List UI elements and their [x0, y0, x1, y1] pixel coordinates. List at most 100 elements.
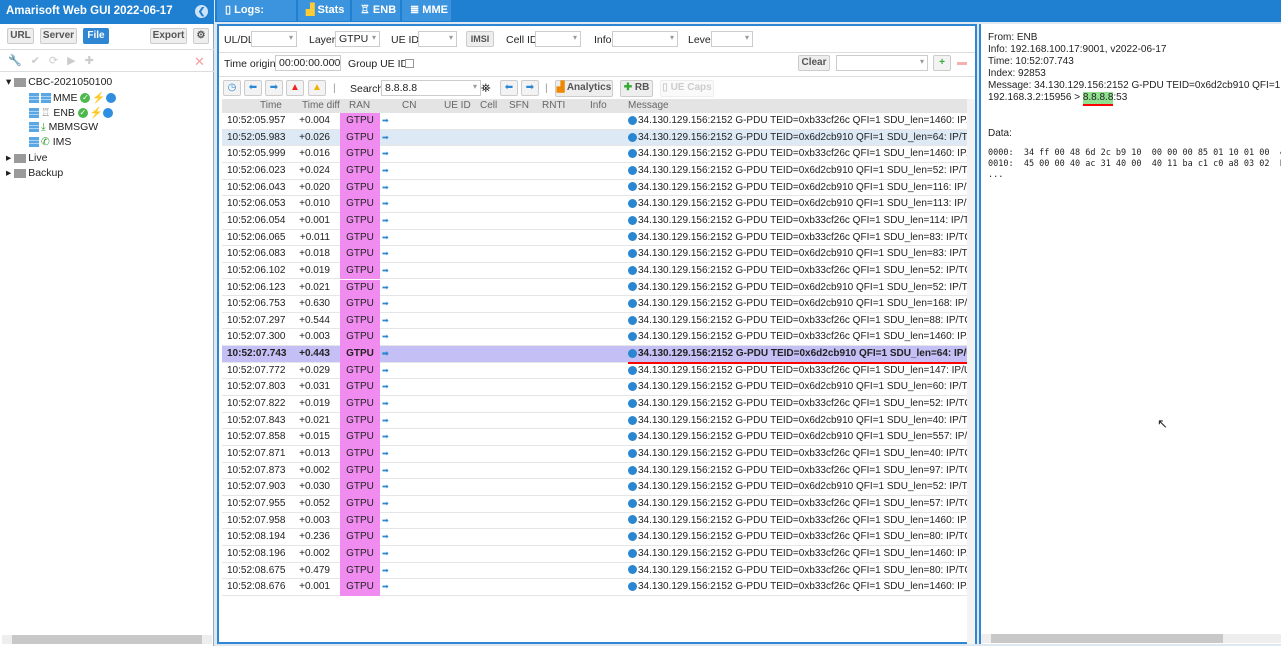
info-icon: [628, 565, 637, 575]
header-info[interactable]: Info: [590, 100, 607, 111]
table-row[interactable]: 10:52:06.753 +0.630 GTPU ➡ 34.130.129.156:21…: [222, 296, 970, 313]
header-ueid[interactable]: UE ID: [444, 100, 471, 111]
tab-label: MME: [422, 4, 448, 16]
filter-preset-select[interactable]: [836, 55, 928, 71]
horizontal-scrollbar[interactable]: [2, 635, 212, 644]
tree-root[interactable]: ▾ CBC-2021050100: [6, 76, 112, 88]
cell-message: 34.130.129.156:2152 G-PDU TEID=0xb33cf26…: [628, 363, 970, 379]
tab-mme[interactable]: ≣ MME: [402, 0, 452, 21]
separator: |: [545, 82, 548, 94]
table-row[interactable]: 10:52:05.999 +0.016 GTPU ➡ 34.130.129.156:21…: [222, 146, 970, 163]
direction-arrow-icon: ➡: [382, 132, 389, 142]
cell-message: 34.130.129.156:2152 G-PDU TEID=0x6d2cb91…: [628, 246, 970, 262]
tree-item-mme[interactable]: MME ✓ ⚡: [29, 91, 118, 104]
table-row[interactable]: 10:52:07.903 +0.030 GTPU ➡ 34.130.129.156:21…: [222, 479, 970, 496]
table-row[interactable]: 10:52:08.675 +0.479 GTPU ➡ 34.130.129.156:21…: [222, 562, 970, 580]
arrow-left-icon[interactable]: ⬅: [244, 80, 262, 96]
server-button[interactable]: Server: [40, 28, 77, 44]
layer-select[interactable]: GTPU: [335, 31, 380, 47]
ueid-select[interactable]: [418, 31, 457, 47]
table-row[interactable]: 10:52:08.196 +0.002 GTPU ➡ 34.130.129.156:21…: [222, 545, 970, 563]
tree-item-enb[interactable]: ♖ ENB ✓ ⚡: [29, 106, 115, 119]
header-time[interactable]: Time: [260, 100, 282, 111]
table-row[interactable]: 10:52:07.803 +0.031 GTPU ➡ 34.130.129.156:21…: [222, 379, 970, 397]
group-ueid-checkbox[interactable]: [405, 59, 414, 68]
table-row[interactable]: 10:52:07.772 +0.029 GTPU ➡ 34.130.129.156:21…: [222, 362, 970, 380]
message-text: 34.130.129.156:2152 G-PDU TEID=0x6d2cb91…: [638, 298, 970, 310]
play-icon[interactable]: [105, 93, 116, 104]
table-row[interactable]: 10:52:07.958 +0.003 GTPU ➡ 34.130.129.156:21…: [222, 512, 970, 530]
time-origin-input[interactable]: 00:00:00.000: [275, 55, 341, 71]
direction-arrow-icon: ➡: [382, 498, 389, 508]
uldl-select[interactable]: [251, 31, 297, 47]
header-cn[interactable]: CN: [402, 100, 416, 111]
tree-item-backup[interactable]: ▸ Backup: [6, 167, 63, 179]
arrow-right-icon[interactable]: ➡: [265, 80, 283, 96]
warning-icon[interactable]: ▲: [308, 80, 326, 96]
tab-logs[interactable]: ▯ Logs: 93177: [217, 0, 297, 37]
header-rnti[interactable]: RNTI: [542, 100, 565, 111]
binoculars-icon[interactable]: ⛯: [481, 81, 491, 96]
tree-item-live[interactable]: ▸ Live: [6, 152, 47, 164]
imsi-button[interactable]: IMSI: [466, 31, 494, 47]
table-row[interactable]: 10:52:05.983 +0.026 GTPU ➡ 34.130.129.156:21…: [222, 129, 970, 147]
message-text: 34.130.129.156:2152 G-PDU TEID=0x6d2cb91…: [638, 164, 970, 176]
tab-stats[interactable]: ▟ Stats: [298, 0, 351, 21]
header-ran[interactable]: RAN: [349, 100, 370, 111]
table-row[interactable]: 10:52:08.194 +0.236 GTPU ➡ 34.130.129.156:21…: [222, 529, 970, 546]
message-text: 34.130.129.156:2152 G-PDU TEID=0x6d2cb91…: [638, 481, 970, 493]
rb-label: RB: [634, 82, 650, 93]
cellid-select[interactable]: [535, 31, 581, 47]
table-row[interactable]: 10:52:06.083 +0.018 GTPU ➡ 34.130.129.156:21…: [222, 246, 970, 263]
tab-enb[interactable]: ♖ ENB: [352, 0, 401, 21]
table-row[interactable]: 10:52:08.676 +0.001 GTPU ➡ 34.130.129.156:21…: [222, 579, 970, 596]
header-cell[interactable]: Cell: [480, 100, 497, 111]
tree-item-mbmsgw[interactable]: ⤓ MBMSGW: [29, 121, 98, 134]
table-row[interactable]: 10:52:06.102 +0.019 GTPU ➡ 34.130.129.156:21…: [222, 262, 970, 280]
settings-icon[interactable]: ⚙: [193, 28, 209, 44]
table-row[interactable]: 10:52:07.871 +0.013 GTPU ➡ 34.130.129.156:21…: [222, 446, 970, 463]
message-text: 34.130.129.156:2152 G-PDU TEID=0xb33cf26…: [638, 531, 970, 543]
header-message[interactable]: Message: [628, 100, 669, 111]
clear-button[interactable]: Clear: [798, 55, 830, 71]
search-input[interactable]: 8.8.8.8: [381, 80, 481, 96]
table-row[interactable]: 10:52:07.297 +0.544 GTPU ➡ 34.130.129.156:21…: [222, 312, 970, 330]
cell-ran: GTPU: [340, 529, 380, 546]
export-button[interactable]: Export: [150, 28, 187, 44]
search-prev-icon[interactable]: ⬅: [500, 80, 518, 96]
vertical-scrollbar[interactable]: [967, 99, 975, 644]
level-select[interactable]: [711, 31, 753, 47]
table-row[interactable]: 10:52:07.955 +0.052 GTPU ➡ 34.130.129.156:21…: [222, 495, 970, 513]
url-button[interactable]: URL: [7, 28, 34, 44]
table-row[interactable]: 10:52:06.043 +0.020 GTPU ➡ 34.130.129.156:21…: [222, 179, 970, 197]
table-row[interactable]: 10:52:06.123 +0.021 GTPU ➡ 34.130.129.156:21…: [222, 279, 970, 297]
clock-icon[interactable]: ◷: [223, 80, 241, 96]
rb-button[interactable]: ✚ RB: [620, 80, 653, 97]
analytics-button[interactable]: ▟ Analytics: [555, 80, 613, 97]
table-row[interactable]: 10:52:07.873 +0.002 GTPU ➡ 34.130.129.156:21…: [222, 462, 970, 480]
table-row[interactable]: 10:52:06.053 +0.010 GTPU ➡ 34.130.129.156:21…: [222, 196, 970, 213]
table-row[interactable]: 10:52:06.065 +0.011 GTPU ➡ 34.130.129.156:21…: [222, 229, 970, 247]
table-row[interactable]: 10:52:07.743 +0.443 GTPU ➡ 34.130.129.156:21…: [222, 346, 970, 365]
table-row[interactable]: 10:52:06.054 +0.001 GTPU ➡ 34.130.129.156:21…: [222, 212, 970, 230]
file-button[interactable]: File: [83, 28, 109, 44]
search-next-icon[interactable]: ➡: [521, 80, 539, 96]
horizontal-scrollbar[interactable]: [981, 634, 1281, 643]
tree-item-ims[interactable]: ✆ IMS: [29, 136, 71, 148]
cell-ran: GTPU: [340, 512, 380, 530]
table-row[interactable]: 10:52:06.023 +0.024 GTPU ➡ 34.130.129.156:21…: [222, 162, 970, 180]
table-row[interactable]: 10:52:07.300 +0.003 GTPU ➡ 34.130.129.156:21…: [222, 329, 970, 347]
message-text: 34.130.129.156:2152 G-PDU TEID=0x6d2cb91…: [638, 198, 970, 210]
info-select[interactable]: [612, 31, 678, 47]
table-row[interactable]: 10:52:07.843 +0.021 GTPU ➡ 34.130.129.156:21…: [222, 412, 970, 430]
header-sfn[interactable]: SFN: [509, 100, 529, 111]
error-icon[interactable]: ▲: [286, 80, 304, 96]
table-row[interactable]: 10:52:07.822 +0.019 GTPU ➡ 34.130.129.156:21…: [222, 396, 970, 413]
table-row[interactable]: 10:52:07.858 +0.015 GTPU ➡ 34.130.129.156:21…: [222, 429, 970, 446]
collapse-sidebar-icon[interactable]: ❮: [195, 5, 208, 18]
play-icon[interactable]: [102, 108, 113, 119]
header-time-diff[interactable]: Time diff: [302, 100, 340, 111]
add-icon[interactable]: +: [933, 55, 951, 71]
info-icon: [628, 465, 637, 475]
table-row[interactable]: 10:52:05.957 +0.004 GTPU ➡ 34.130.129.156:21…: [222, 113, 970, 130]
